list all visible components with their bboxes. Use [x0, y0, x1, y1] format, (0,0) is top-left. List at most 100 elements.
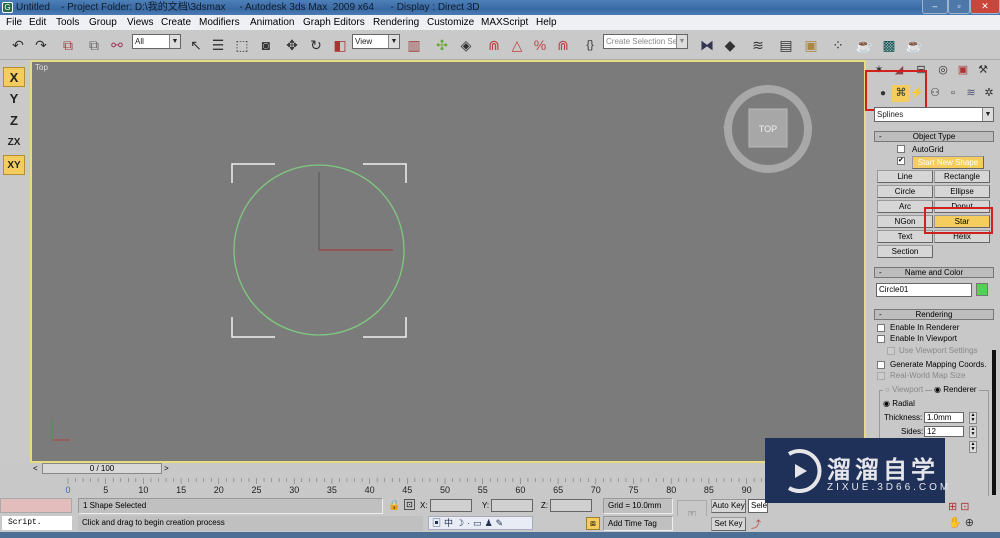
curve-editor-icon[interactable]: ▤	[776, 35, 796, 55]
layer-manager-icon[interactable]: ≋	[748, 35, 768, 55]
z-coord-input[interactable]	[550, 499, 592, 512]
generate-mapping-checkbox[interactable]	[877, 361, 885, 369]
start-new-shape-checkbox[interactable]: ✔	[897, 157, 905, 165]
menu-customize[interactable]: Customize	[427, 15, 474, 30]
app-icon[interactable]: G	[2, 2, 13, 13]
snap-toggle-icon[interactable]: ⋒	[484, 35, 504, 55]
axis-zx-button[interactable]: ZX	[3, 133, 25, 153]
rect-region-icon[interactable]: ⬚	[232, 35, 252, 55]
material-editor-icon[interactable]: ⁘	[828, 35, 848, 55]
auto-key-button[interactable]: Auto Key	[711, 499, 746, 513]
x-coord-input[interactable]	[430, 499, 472, 512]
rotate-icon[interactable]: ↻	[306, 35, 326, 55]
selection-lock-icon[interactable]: 🔒	[388, 500, 400, 511]
bind-space-warp-icon[interactable]: ⚯	[107, 35, 127, 55]
ellipse-button[interactable]: Ellipse	[934, 185, 990, 198]
y-coord-input[interactable]	[491, 499, 533, 512]
angle-snap-icon[interactable]: △	[507, 35, 527, 55]
select-link-icon[interactable]: ⧉	[58, 35, 78, 55]
quick-render-icon[interactable]: ☕	[904, 35, 924, 55]
menu-animation[interactable]: Animation	[250, 15, 294, 30]
reference-coord-dropdown[interactable]: View ▼	[352, 34, 400, 49]
key-tangent-icon[interactable]: ⤴	[751, 516, 761, 531]
edit-named-sets-icon[interactable]: {}	[580, 35, 600, 55]
menu-file[interactable]: File	[6, 15, 22, 30]
manipulate-icon[interactable]: ✣	[432, 35, 452, 55]
scale-icon[interactable]: ◧	[330, 35, 350, 55]
viewport-radio[interactable]: ○ Viewport	[883, 385, 926, 394]
cameras-icon[interactable]: ⚇	[926, 85, 944, 102]
display-tab-icon[interactable]: ▣	[954, 62, 972, 79]
thickness-spinner[interactable]: ▲ ▼	[969, 412, 977, 424]
viewport-top[interactable]: Top TOP N S E W	[30, 60, 866, 463]
menu-views[interactable]: Views	[127, 15, 154, 30]
object-color-swatch[interactable]	[976, 283, 988, 296]
script-listener-input[interactable]: Script.	[2, 516, 72, 530]
schematic-view-icon[interactable]: ▣	[801, 35, 821, 55]
panel-scrollbar[interactable]	[992, 350, 996, 495]
menu-maxscript[interactable]: MAXScript	[481, 15, 528, 30]
rectangle-button[interactable]: Rectangle	[934, 170, 990, 183]
time-slider-thumb[interactable]: 0 / 100	[42, 463, 162, 474]
category-dropdown[interactable]: Splines ▼	[874, 107, 994, 122]
menu-rendering[interactable]: Rendering	[373, 15, 419, 30]
axis-xy-button[interactable]: XY	[3, 155, 25, 175]
helpers-icon[interactable]: ▫	[944, 85, 962, 102]
enable-in-viewport-checkbox[interactable]	[877, 335, 885, 343]
menu-help[interactable]: Help	[536, 15, 557, 30]
select-object-icon[interactable]: ↖	[186, 35, 206, 55]
next-frame-button[interactable]: >	[164, 463, 172, 474]
window-crossing-icon[interactable]: ◙	[256, 35, 276, 55]
menu-create[interactable]: Create	[161, 15, 191, 30]
circle-button[interactable]: Circle	[877, 185, 933, 198]
axis-z-button[interactable]: Z	[3, 111, 25, 131]
thickness-input[interactable]: 1.0mm	[924, 412, 964, 423]
mirror-icon[interactable]: ⧓	[697, 35, 717, 55]
object-name-input[interactable]: Circle01	[876, 283, 972, 297]
sides-spinner[interactable]: ▲ ▼	[969, 426, 977, 438]
angle-spinner[interactable]: ▲ ▼	[969, 441, 977, 453]
utilities-tab-icon[interactable]: ⚒	[974, 62, 992, 79]
autogrid-checkbox[interactable]	[897, 145, 905, 153]
pivot-icon[interactable]: ▥	[404, 35, 424, 55]
pan-orbit-icons[interactable]: ✋⊕	[948, 516, 977, 529]
render-setup-icon[interactable]: ☕	[854, 35, 874, 55]
spinner-snap-icon[interactable]: ⋒	[553, 35, 573, 55]
systems-icon[interactable]: ✲	[980, 85, 998, 102]
prev-frame-button[interactable]: <	[33, 463, 41, 474]
track-bar[interactable]: 0 5 10 15 20 25 30 35 40 45 50 55 60 65 70 75 80 85 90	[30, 477, 866, 496]
menu-edit[interactable]: Edit	[29, 15, 46, 30]
time-slider[interactable]: < 0 / 100 >	[30, 463, 866, 475]
add-time-tag[interactable]: Add Time Tag	[603, 516, 673, 531]
select-by-name-icon[interactable]: ☰	[208, 35, 228, 55]
maximize-button[interactable]: ▫	[948, 0, 970, 14]
menu-tools[interactable]: Tools	[56, 15, 79, 30]
percent-snap-icon[interactable]: %	[530, 35, 550, 55]
use-viewport-settings-checkbox[interactable]	[887, 347, 895, 355]
time-tag-icon[interactable]: ⧈	[586, 517, 600, 530]
align-icon[interactable]: ◆	[720, 35, 740, 55]
menu-group[interactable]: Group	[89, 15, 117, 30]
motion-tab-icon[interactable]: ◎	[934, 62, 952, 79]
selection-filter-dropdown[interactable]: All ▼	[132, 34, 181, 49]
axis-y-button[interactable]: Y	[3, 89, 25, 109]
keyboard-shortcut-icon[interactable]: ◈	[456, 35, 476, 55]
section-button[interactable]: Section	[877, 245, 933, 258]
real-world-map-checkbox[interactable]	[877, 372, 885, 380]
undo-icon[interactable]: ↶	[8, 35, 28, 55]
move-icon[interactable]: ✥	[282, 35, 302, 55]
start-new-shape-button[interactable]: Start New Shape	[912, 156, 984, 169]
radial-radio[interactable]: ◉ Radial	[883, 399, 915, 408]
maxscript-listener-mini[interactable]	[0, 498, 72, 513]
name-color-rollout-header[interactable]: - Name and Color	[874, 267, 994, 278]
rendered-frame-icon[interactable]: ▩	[879, 35, 899, 55]
sides-input[interactable]: 12	[924, 426, 964, 437]
minimize-button[interactable]: ‒	[922, 0, 948, 14]
absolute-mode-icon[interactable]: ⊡	[404, 499, 415, 510]
close-button[interactable]: ✕	[970, 0, 1000, 14]
renderer-radio[interactable]: ◉ Renderer	[932, 385, 979, 394]
named-selection-dropdown[interactable]: Create Selection Set ▼	[603, 34, 688, 49]
space-warps-icon[interactable]: ≋	[962, 85, 980, 102]
line-button[interactable]: Line	[877, 170, 933, 183]
redo-icon[interactable]: ↷	[31, 35, 51, 55]
